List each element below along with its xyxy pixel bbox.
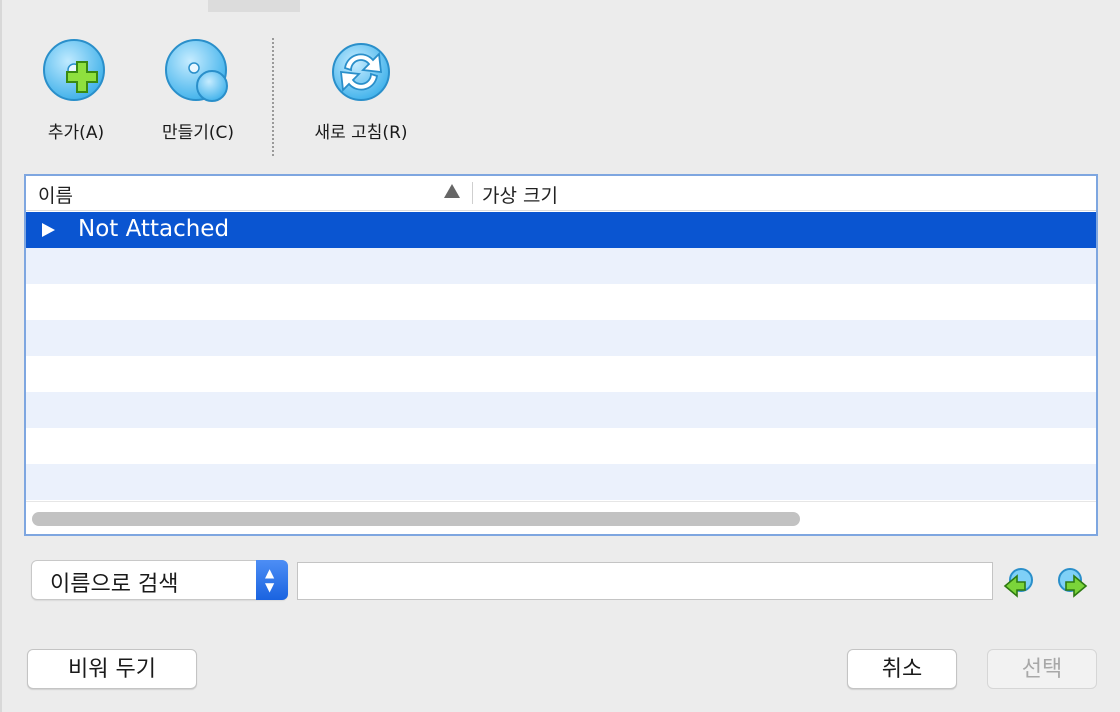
leave-empty-button[interactable]: 비워 두기: [27, 649, 197, 689]
create-button[interactable]: 만들기(C): [148, 38, 248, 143]
find-next-icon: [1058, 568, 1088, 598]
refresh-icon: [332, 43, 390, 101]
list-item-not-attached[interactable]: Not Attached: [26, 212, 1096, 248]
search-mode-value: 이름으로 검색: [50, 572, 179, 597]
chevron-updown-icon[interactable]: ▲ ▼: [256, 560, 288, 600]
add-button[interactable]: 추가(A): [36, 38, 116, 143]
empty-row: [26, 464, 1096, 500]
column-header-virtual-size[interactable]: 가상 크기: [482, 181, 558, 208]
scrollbar-thumb[interactable]: [32, 512, 800, 526]
window-tab-edge: [208, 0, 300, 12]
disk-add-icon: [43, 39, 105, 101]
find-previous-icon: [1003, 568, 1033, 598]
expand-arrow-icon[interactable]: [42, 223, 55, 237]
empty-row: [26, 284, 1096, 320]
column-header-name[interactable]: 이름: [38, 181, 73, 208]
list-rows: Not Attached: [26, 212, 1096, 500]
search-input[interactable]: [297, 562, 993, 600]
empty-row: [26, 248, 1096, 284]
add-label: 추가(A): [47, 123, 105, 143]
empty-row: [26, 392, 1096, 428]
create-label: 만들기(C): [161, 123, 235, 143]
empty-row: [26, 428, 1096, 464]
find-next-button[interactable]: [1054, 564, 1090, 600]
toolbar-separator: [272, 38, 274, 156]
choose-button[interactable]: 선택: [987, 649, 1097, 689]
empty-row: [26, 356, 1096, 392]
search-mode-select[interactable]: 이름으로 검색 ▲ ▼: [31, 560, 288, 600]
media-list[interactable]: 이름 가상 크기 Not Attached: [24, 174, 1098, 536]
find-previous-button[interactable]: [1001, 564, 1037, 600]
sort-ascending-icon[interactable]: [444, 184, 460, 198]
column-separator[interactable]: [472, 182, 473, 204]
media-selector-dialog: 추가(A) 만들기(C) 새로 고침(R) 이름 가상 크기 Not Attac…: [0, 0, 1120, 712]
empty-row: [26, 320, 1096, 356]
window-left-edge: [0, 0, 2, 712]
refresh-button[interactable]: 새로 고침(R): [296, 38, 426, 143]
list-item-label: Not Attached: [78, 216, 230, 242]
cancel-button[interactable]: 취소: [847, 649, 957, 689]
horizontal-scrollbar[interactable]: [26, 501, 1096, 534]
list-header: 이름 가상 크기: [26, 176, 1096, 211]
refresh-label: 새로 고침(R): [314, 123, 408, 143]
disk-create-icon: [165, 39, 228, 102]
